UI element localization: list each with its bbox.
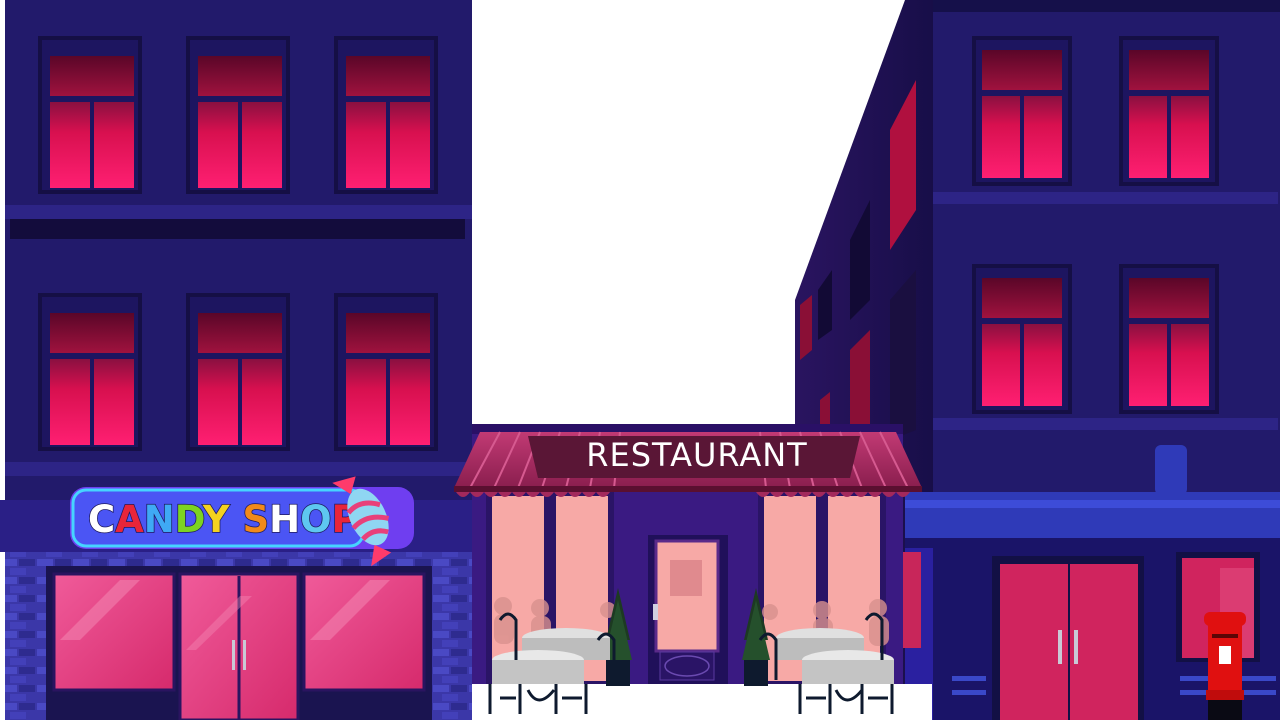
- right-shop-door[interactable]: [992, 556, 1144, 720]
- candy-sign-letter: A: [115, 498, 144, 541]
- candy-shop-window-right: [302, 572, 426, 692]
- candy-sign-letter: [230, 498, 243, 541]
- restaurant-door[interactable]: [648, 535, 728, 685]
- street-illustration: CANDY SHOP RESTAURANT: [0, 0, 1280, 720]
- candy-shop-window-left: [52, 572, 176, 692]
- restaurant-sign-text: RESTAURANT: [586, 436, 807, 474]
- candy-sign-letter: H: [269, 498, 300, 541]
- candy-sign-letter: D: [175, 498, 204, 541]
- candy-shop-door[interactable]: [178, 572, 300, 720]
- candy-sign-letter: O: [300, 498, 331, 541]
- upper-windows: [38, 36, 438, 194]
- candy-sign-letter: C: [88, 498, 115, 541]
- candy-sign-letter: S: [242, 498, 269, 541]
- candy-shop-sign-text: CANDY SHOP: [88, 498, 359, 541]
- candy-shop-building: CANDY SHOP: [0, 0, 472, 720]
- restaurant-awning: RESTAURANT: [454, 431, 922, 497]
- middle-windows: [38, 293, 438, 451]
- red-postbox: [1204, 612, 1246, 720]
- right-building: [903, 0, 1280, 720]
- street-scene: CANDY SHOP RESTAURANT: [0, 0, 1280, 720]
- candy-sign-letter: N: [144, 498, 175, 541]
- candy-sign-letter: Y: [202, 498, 231, 541]
